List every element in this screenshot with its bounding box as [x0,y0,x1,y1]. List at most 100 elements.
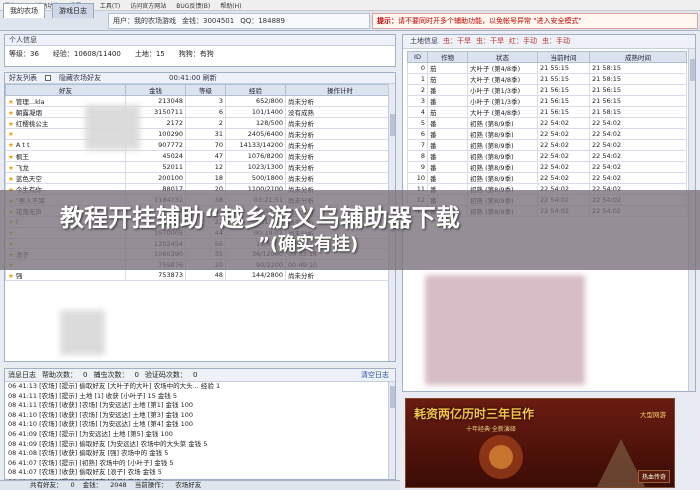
land-ripe: 22 54:02 [589,139,687,151]
col-crop[interactable]: 作物 [427,51,468,63]
friend-level: 70 [185,139,226,151]
friend-exp: 652/800 [225,95,286,107]
table-row[interactable]: 0 茄大叶子 (第4/8季) 21 55:15 21 58:15 [407,62,687,74]
land-state: 初熟 (第8/9季) [467,150,538,162]
friend-gold: 753873 [125,269,186,282]
tab-game-log[interactable]: 游戏日志 [52,3,94,18]
col-ripe-time[interactable]: 成熟时间 [589,51,687,63]
land-crop: 番 [427,128,468,140]
overlay-title-line1: 教程开挂辅助“越乡游义乌辅助器下载 [60,204,460,232]
friend-name: 朝露凝烟 [15,109,42,117]
notice-text: 请不要同时开多个辅助功能，以免帐号异常 "进入安全模式" [398,17,582,25]
land-legend: 土地信息 虫：干旱 虫：干旱 红：手动 虫：手动 [410,36,570,46]
table-row[interactable]: ★ 朝露凝烟 3150711 6 101/1400 没有成熟 [5,106,395,118]
table-row[interactable]: 8 番初熟 (第8/9季) 22 54:02 22 54:02 [407,150,687,162]
land-state: 初熟 (第8/9季) [467,117,538,129]
table-row[interactable]: ★ 枫王 45024 47 1076/8200 尚未分析 [5,150,395,162]
log-line: 08 41:08 [农场] [收获] 偷取好友 [强] 农场中的 金钱 5 [8,449,169,458]
land-state: 大叶子 (第4/8季) [467,62,538,74]
table-row[interactable]: 3 番小叶子 (第1/3季) 21 56:15 21 56:15 [407,95,687,107]
log-panel: 消息日志 帮助次数： 0 捕虫次数： 0 验证码次数： 0 清空日志 06 41:13… [4,368,396,486]
menu-bar: 操作(O) 辅助功能 设置(S) 工具(T) 访问官方网站 BUG反馈(B) 帮… [0,0,700,11]
land-state: 大叶子 (第4/8季) [467,106,538,118]
friend-level: 3 [185,95,226,107]
friend-level: 47 [185,150,226,162]
personal-info-title: 个人信息 [5,35,395,46]
advertisement-banner[interactable]: 耗资两亿历时三年巨作 十年经典·全新演绎 大型网游 热血传奇 [405,398,675,488]
land-crop: 番 [427,150,468,162]
land-id: 7 [407,139,428,151]
menu-item-tools[interactable]: 工具(T) [100,1,120,10]
star-icon: ★ [8,153,14,161]
friend-name-cell: ★ 飞龙 [5,161,126,173]
table-row[interactable]: ★ A t t 907772 70 14133/14200 尚未分析 [5,139,395,151]
col-gold[interactable]: 金钱 [125,84,186,96]
friend-exp: 2405/6400 [225,128,286,140]
friend-name-cell: ★ 强 [5,269,126,282]
land-ripe: 21 56:15 [589,84,687,96]
table-row[interactable]: ★ 蓝色天空 200100 18 500/1800 尚未分析 [5,172,395,184]
log-line: 08 41:07 [农场] [收获] 偷取好友 [浪子] 农场 金钱 5 [8,468,162,477]
land-now: 22 54:02 [537,172,590,184]
tab-my-farm[interactable]: 我的农场 [3,3,45,18]
personal-stats: 等级：36 经验：10608/11400 土地：15 狗狗：有狗 [5,46,395,62]
star-icon: ★ [8,175,14,183]
table-row[interactable]: ★ 管理...kla 213048 3 652/800 尚未分析 [5,95,395,107]
table-row[interactable]: 10 番初熟 (第8/9季) 22 54:02 22 54:02 [407,172,687,184]
friend-op: 尚未分析 [285,269,395,282]
table-row[interactable]: 7 番初熟 (第8/9季) 22 54:02 22 54:02 [407,139,687,151]
land-state: 小叶子 (第1/3季) [467,84,538,96]
land-crop: 番 [427,161,468,173]
friend-name-cell: ★ 枫王 [5,150,126,162]
menu-item-official-site[interactable]: 访问官方网站 [130,1,166,10]
land-ripe: 22 54:02 [589,117,687,129]
log-line: 06 41:09 [农场] [提示] [为安远达] 土地 [第5] 金钱 100 [8,429,173,438]
friend-op: 尚未分析 [285,95,395,107]
table-row[interactable]: ★ 飞龙 52011 12 1023/1300 尚未分析 [5,161,395,173]
legend-item-1: 虫：干旱 [443,37,471,45]
land-state: 初熟 (第8/9季) [467,161,538,173]
land-id: 0 [407,62,428,74]
hide-friends-checkbox[interactable] [45,75,51,81]
table-row[interactable]: 6 番初熟 (第8/9季) 22 54:02 22 54:02 [407,128,687,140]
table-row[interactable]: ★ 强 753873 48 144/2800 尚未分析 [5,269,395,282]
friend-op: 没有成熟 [285,106,395,118]
land-ripe: 21 56:15 [589,95,687,107]
land-state: 初熟 (第8/9季) [467,139,538,151]
friend-exp: 101/1400 [225,106,286,118]
status-friends-label: 共有好友： [30,481,63,489]
hide-friends-label: 隐藏农场好友 [59,73,101,82]
friend-level: 48 [185,269,226,282]
table-row[interactable]: 4 茄大叶子 (第4/8季) 21 56:15 21 58:15 [407,106,687,118]
col-level[interactable]: 等级 [185,84,226,96]
col-friend[interactable]: 好友 [5,84,126,96]
friend-name: 飞龙 [15,164,29,172]
friend-op: 尚未分析 [285,172,395,184]
clear-log-link[interactable]: 清空日志 [361,370,389,380]
menu-item-bug-report[interactable]: BUG反馈(B) [176,1,210,10]
star-icon: ★ [8,120,14,128]
table-row[interactable]: 2 番小叶子 (第1/3季) 21 56:15 21 56:15 [407,84,687,96]
col-id[interactable]: ID [407,51,428,63]
col-exp[interactable]: 经验 [225,84,286,96]
catch-count-label: 捕虫次数： [93,371,129,379]
land-id: 9 [407,161,428,173]
col-state[interactable]: 状态 [467,51,538,63]
land-state: 初熟 (第8/9季) [467,172,538,184]
table-row[interactable]: 5 番初熟 (第8/9季) 22 54:02 22 54:02 [407,117,687,129]
land-id: 4 [407,106,428,118]
land-id: 3 [407,95,428,107]
table-row[interactable]: 9 番初熟 (第8/9季) 22 54:02 22 54:02 [407,161,687,173]
table-row[interactable]: ★ 红樱桃公主 2172 2 128/500 尚未分析 [5,117,395,129]
menu-item-help[interactable]: 帮助(H) [220,1,241,10]
table-row[interactable]: ★ 100290 31 2405/6400 尚未分析 [5,128,395,140]
land-crop: 茄 [427,62,468,74]
col-op-timer[interactable]: 操作计时 [285,84,395,96]
friend-level: 12 [185,161,226,173]
col-now-time[interactable]: 当前时间 [537,51,590,63]
table-row[interactable]: 1 茄大叶子 (第4/8季) 21 55:15 21 58:15 [407,73,687,85]
land-now: 21 56:15 [537,84,590,96]
friend-gold: 45024 [125,150,186,162]
status-op-value: 农场好友 [175,481,202,489]
log-scrollbar[interactable] [388,382,395,479]
